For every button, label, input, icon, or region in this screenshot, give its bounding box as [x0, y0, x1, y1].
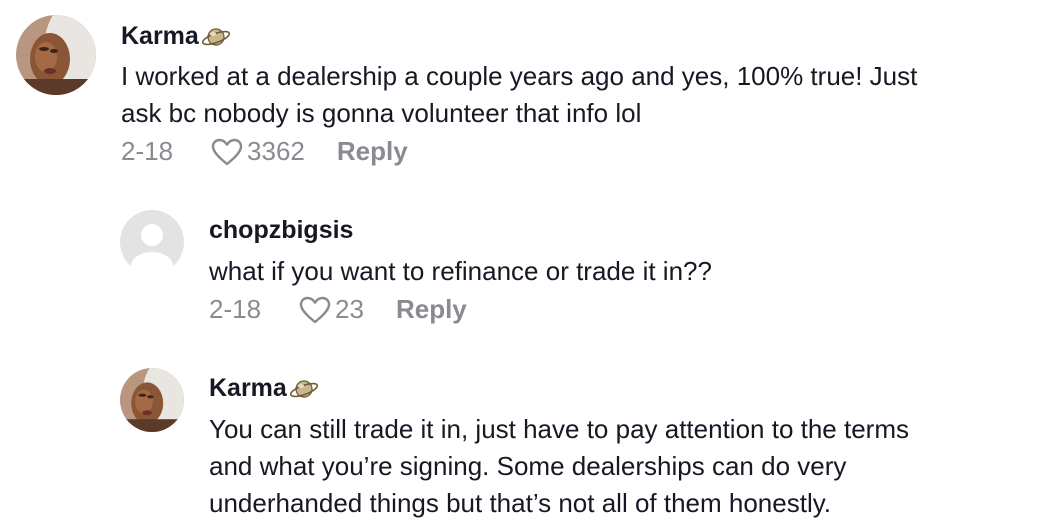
like-button[interactable]: 23 — [299, 294, 364, 325]
heart-icon — [299, 296, 331, 323]
comment-date: 2-18 — [121, 136, 174, 166]
comment-line: You can still trade it in, just have to … — [209, 414, 909, 444]
reply-button[interactable]: Reply — [396, 294, 467, 325]
user-photo-avatar — [16, 15, 96, 95]
username-text: Karma — [209, 374, 287, 402]
default-avatar — [120, 210, 184, 274]
comment-line: I worked at a dealership a couple years … — [121, 61, 918, 91]
comment-line: what if you want to refinance or trade i… — [209, 256, 712, 286]
comment-meta: 2-18 23 Reply — [209, 294, 467, 325]
comment-text: I worked at a dealership a couple years … — [121, 58, 1041, 132]
planet-icon — [289, 379, 318, 398]
avatar[interactable] — [16, 15, 96, 95]
username[interactable]: Karma — [209, 374, 319, 403]
like-button[interactable]: 3362 — [211, 136, 305, 167]
like-count: 23 — [335, 294, 364, 324]
username-text: chopzbigsis — [209, 216, 354, 244]
username-text: Karma — [121, 22, 199, 50]
username[interactable]: chopzbigsis — [209, 216, 353, 245]
comment-text: what if you want to refinance or trade i… — [209, 253, 1039, 290]
comment-date: 2-18 — [209, 294, 262, 324]
comment-line: ask bc nobody is gonna volunteer that in… — [121, 98, 642, 128]
user-photo-avatar — [120, 368, 184, 432]
planet-icon — [201, 27, 230, 46]
like-count: 3362 — [247, 136, 305, 166]
reply-button[interactable]: Reply — [337, 136, 408, 167]
username[interactable]: Karma — [121, 22, 231, 51]
comment-meta: 2-18 3362 Reply — [121, 136, 408, 167]
avatar[interactable] — [120, 368, 184, 432]
comment-line: underhanded things but that’s not all of… — [209, 488, 832, 518]
heart-icon — [211, 138, 243, 165]
avatar[interactable] — [120, 210, 184, 274]
comment-line: and what you’re signing. Some dealership… — [209, 451, 847, 481]
comment-text: You can still trade it in, just have to … — [209, 411, 1049, 522]
